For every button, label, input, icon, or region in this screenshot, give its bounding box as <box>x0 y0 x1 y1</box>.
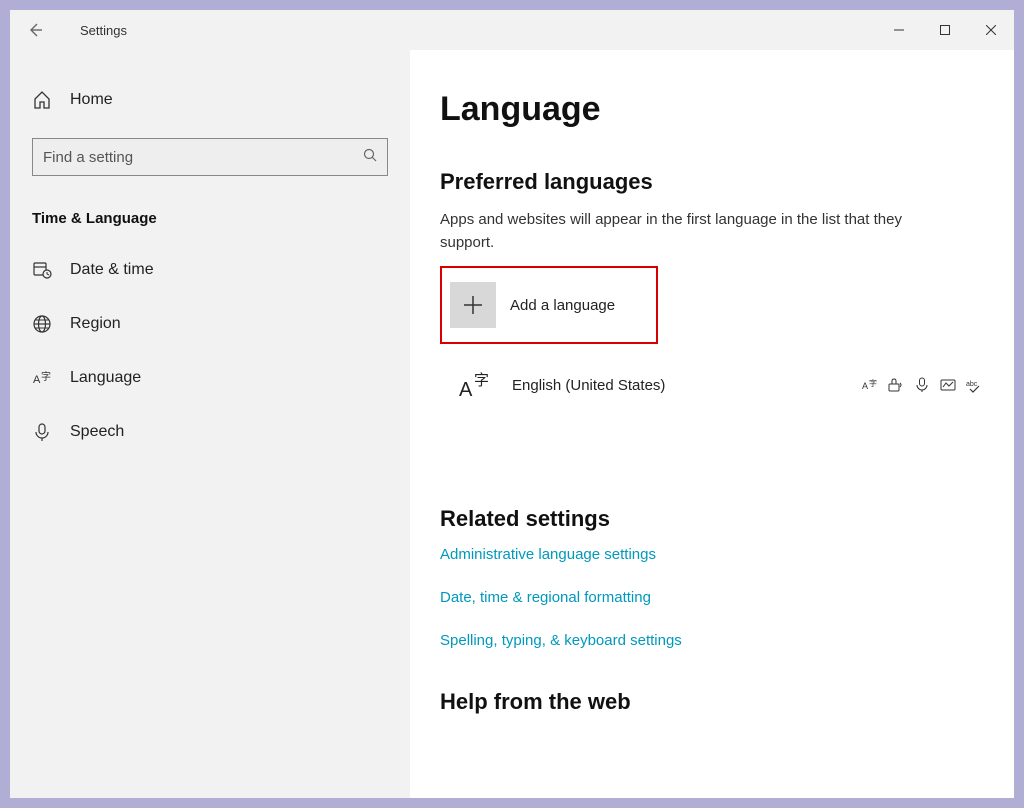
svg-text:字: 字 <box>869 378 877 388</box>
sidebar-item-speech[interactable]: Speech <box>10 405 410 459</box>
close-icon <box>986 25 996 35</box>
plus-icon <box>462 294 484 316</box>
globe-icon <box>32 314 52 334</box>
sidebar-item-region[interactable]: Region <box>10 297 410 351</box>
preferred-languages-title: Preferred languages <box>440 169 994 195</box>
sidebar: Home Time & Language Date & time Region … <box>10 50 410 798</box>
search-input-container[interactable] <box>32 138 388 176</box>
titlebar: Settings <box>10 10 1014 50</box>
sidebar-item-label: Region <box>70 315 121 333</box>
minimize-button[interactable] <box>876 14 922 46</box>
svg-text:字: 字 <box>41 370 51 383</box>
spellcheck-icon: abc <box>966 377 982 393</box>
link-administrative-language[interactable]: Administrative language settings <box>440 546 994 563</box>
calendar-clock-icon <box>32 260 52 280</box>
settings-window: Settings Home Time & Language Date & tim… <box>10 10 1014 798</box>
svg-text:字: 字 <box>474 372 489 389</box>
search-input[interactable] <box>43 149 363 166</box>
link-spelling-typing-keyboard[interactable]: Spelling, typing, & keyboard settings <box>440 632 994 649</box>
sidebar-item-label: Date & time <box>70 261 154 279</box>
plus-icon-box <box>450 282 496 328</box>
language-name: English (United States) <box>512 377 862 394</box>
window-controls <box>876 14 1014 46</box>
arrow-left-icon <box>27 22 43 38</box>
sidebar-item-language[interactable]: A字 Language <box>10 351 410 405</box>
preferred-languages-desc: Apps and websites will appear in the fir… <box>440 209 960 254</box>
close-button[interactable] <box>968 14 1014 46</box>
maximize-button[interactable] <box>922 14 968 46</box>
language-icon: A字 <box>32 368 52 388</box>
text-to-speech-icon <box>888 377 904 393</box>
minimize-icon <box>894 25 904 35</box>
speech-recognition-icon <box>914 377 930 393</box>
add-language-label: Add a language <box>510 297 615 314</box>
back-button[interactable] <box>10 10 60 50</box>
sidebar-home-label: Home <box>70 91 113 109</box>
window-title: Settings <box>80 23 127 38</box>
svg-text:abc: abc <box>966 381 978 388</box>
language-glyph-icon: A字 <box>452 362 498 408</box>
sidebar-item-label: Speech <box>70 423 124 441</box>
link-date-time-regional[interactable]: Date, time & regional formatting <box>440 589 994 606</box>
sidebar-item-label: Language <box>70 369 141 387</box>
sidebar-home[interactable]: Home <box>10 80 410 120</box>
related-settings-title: Related settings <box>440 506 994 532</box>
maximize-icon <box>940 25 950 35</box>
language-item[interactable]: A字 English (United States) A字 abc <box>440 354 994 416</box>
home-icon <box>32 90 52 110</box>
search-icon <box>363 148 377 167</box>
language-features: A字 abc <box>862 377 990 393</box>
svg-text:A: A <box>862 381 868 391</box>
handwriting-icon <box>940 377 956 393</box>
help-from-web-title: Help from the web <box>440 689 994 715</box>
svg-text:A: A <box>459 379 473 401</box>
add-language-button[interactable]: Add a language <box>440 266 658 344</box>
microphone-icon <box>32 422 52 442</box>
sidebar-item-date-time[interactable]: Date & time <box>10 243 410 297</box>
display-language-icon: A字 <box>862 377 878 393</box>
page-title: Language <box>440 90 994 129</box>
category-header: Time & Language <box>10 200 410 243</box>
content-area: Language Preferred languages Apps and we… <box>410 50 1014 798</box>
svg-text:A: A <box>33 374 41 386</box>
